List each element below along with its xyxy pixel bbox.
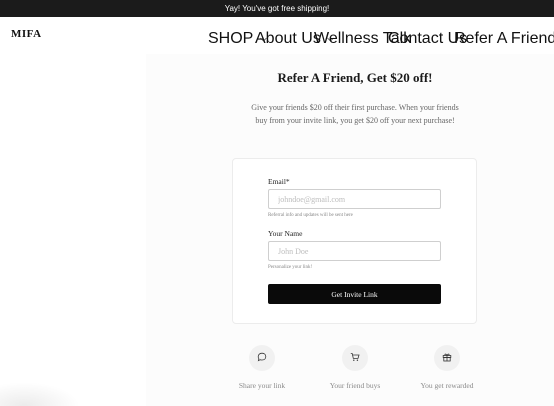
page-title: Refer A Friend, Get $20 off! [277, 70, 433, 85]
announcement-bar: Yay! You've got free shipping! [0, 0, 554, 17]
site-header: MIFA SHOP About Us Wellness Talk Contact… [0, 17, 554, 54]
name-label: Your Name [268, 229, 303, 238]
step-label: Your friend buys [329, 381, 381, 390]
step-label: Share your link [238, 381, 286, 390]
email-hint: Referral info and updates will be sent h… [268, 213, 353, 218]
email-field[interactable] [268, 189, 441, 209]
nav-item-label: Refer A Friend [454, 30, 554, 47]
page-subtitle: Give your friends $20 off their first pu… [251, 103, 459, 125]
step-share-link: Share your link [212, 345, 312, 390]
chat-bubble-icon [257, 349, 267, 367]
step-friend-buys: Your friend buys [305, 345, 405, 390]
nav-item-label: About Us [255, 30, 321, 47]
step-icon-circle [342, 345, 368, 371]
nav-item-label: SHOP [208, 30, 254, 47]
step-label: You get rewarded [420, 381, 474, 390]
floating-widget-shadow [0, 382, 80, 406]
announcement-text: Yay! You've got free shipping! [224, 4, 330, 13]
gift-icon [442, 349, 452, 367]
nav-item-refer-a-friend[interactable]: Refer A Friend [454, 30, 554, 48]
step-icon-circle [249, 345, 275, 371]
cart-icon [350, 349, 360, 367]
step-get-rewarded: You get rewarded [397, 345, 497, 390]
name-field[interactable] [268, 241, 441, 261]
left-blank-area [0, 54, 146, 406]
step-icon-circle [434, 345, 460, 371]
name-hint: Personalize your link! [268, 265, 313, 270]
brand-logo[interactable]: MIFA [11, 28, 42, 40]
email-label: Email* [268, 177, 290, 186]
get-invite-link-button[interactable]: Get Invite Link [268, 284, 441, 304]
